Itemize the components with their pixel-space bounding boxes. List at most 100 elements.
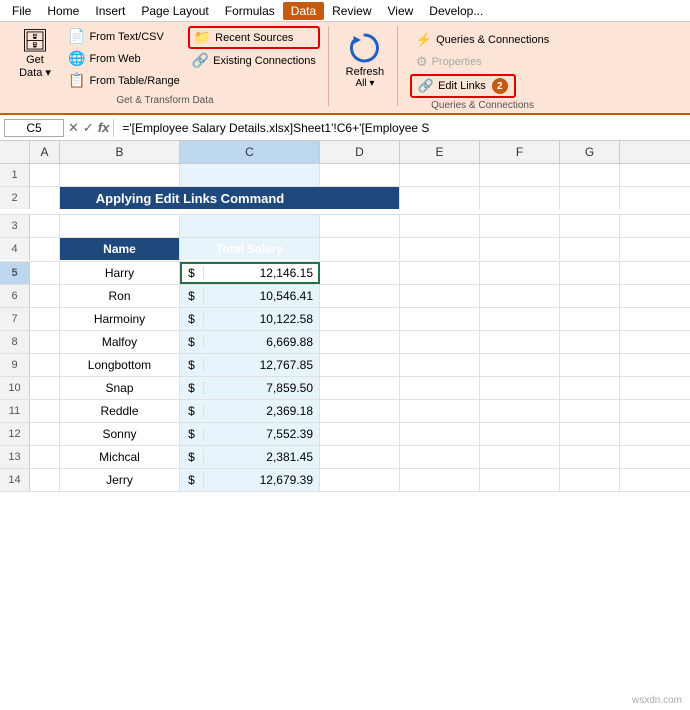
cell-e12[interactable] (400, 423, 480, 445)
cell-g9[interactable] (560, 354, 620, 376)
cell-b11[interactable]: Reddle (60, 400, 180, 422)
cell-d14[interactable] (320, 469, 400, 491)
cell-g13[interactable] (560, 446, 620, 468)
cell-d7[interactable] (320, 308, 400, 330)
cell-c4-header[interactable]: Total Salary (180, 238, 320, 260)
cell-d8[interactable] (320, 331, 400, 353)
cell-b14[interactable]: Jerry (60, 469, 180, 491)
cell-f3[interactable] (480, 215, 560, 237)
cell-b10[interactable]: Snap (60, 377, 180, 399)
cell-a1[interactable] (30, 164, 60, 186)
cell-e7[interactable] (400, 308, 480, 330)
cell-e6[interactable] (400, 285, 480, 307)
cell-c6[interactable]: $ 10,546.41 (180, 285, 320, 307)
cell-b12[interactable]: Sonny (60, 423, 180, 445)
col-header-a[interactable]: A (30, 141, 60, 163)
cell-d3[interactable] (320, 215, 400, 237)
cell-a13[interactable] (30, 446, 60, 468)
cell-c10[interactable]: $ 7,859.50 (180, 377, 320, 399)
cell-f1[interactable] (480, 164, 560, 186)
cell-d2[interactable] (320, 187, 400, 209)
cell-d13[interactable] (320, 446, 400, 468)
cell-e4[interactable] (400, 238, 480, 260)
cell-g3[interactable] (560, 215, 620, 237)
cell-g8[interactable] (560, 331, 620, 353)
cell-c8[interactable]: $ 6,669.88 (180, 331, 320, 353)
cell-f5[interactable] (480, 262, 560, 284)
cell-d11[interactable] (320, 400, 400, 422)
cell-c13[interactable]: $ 2,381.45 (180, 446, 320, 468)
refresh-button[interactable]: Refresh All ▾ (345, 30, 385, 89)
cell-e13[interactable] (400, 446, 480, 468)
cell-a3[interactable] (30, 215, 60, 237)
cell-f9[interactable] (480, 354, 560, 376)
cell-f12[interactable] (480, 423, 560, 445)
cell-d10[interactable] (320, 377, 400, 399)
cell-d9[interactable] (320, 354, 400, 376)
cell-g6[interactable] (560, 285, 620, 307)
cell-d4[interactable] (320, 238, 400, 260)
cell-a2[interactable] (30, 187, 60, 209)
cell-d5[interactable] (320, 262, 400, 284)
menu-develop[interactable]: Develop... (421, 2, 491, 20)
cell-e10[interactable] (400, 377, 480, 399)
cell-e1[interactable] (400, 164, 480, 186)
cell-c14[interactable]: $ 12,679.39 (180, 469, 320, 491)
cell-e9[interactable] (400, 354, 480, 376)
cell-a11[interactable] (30, 400, 60, 422)
cell-g14[interactable] (560, 469, 620, 491)
cell-b3[interactable] (60, 215, 180, 237)
get-data-button[interactable]: 🗄 GetData ▾ (10, 26, 60, 83)
recent-sources-button[interactable]: 📁 Recent Sources (188, 26, 320, 49)
cell-f11[interactable] (480, 400, 560, 422)
from-table-range-button[interactable]: 📋 From Table/Range (64, 70, 184, 91)
cell-e5[interactable] (400, 262, 480, 284)
col-header-c[interactable]: C (180, 141, 320, 163)
cell-c1[interactable] (180, 164, 320, 186)
cell-d6[interactable] (320, 285, 400, 307)
from-text-csv-button[interactable]: 📄 From Text/CSV (64, 26, 184, 47)
cell-d12[interactable] (320, 423, 400, 445)
cell-c9[interactable]: $ 12,767.85 (180, 354, 320, 376)
cell-c3[interactable] (180, 215, 320, 237)
menu-data[interactable]: Data (283, 2, 324, 20)
menu-home[interactable]: Home (39, 2, 87, 20)
cell-b6[interactable]: Ron (60, 285, 180, 307)
col-header-b[interactable]: B (60, 141, 180, 163)
cell-e11[interactable] (400, 400, 480, 422)
cell-g5[interactable] (560, 262, 620, 284)
cell-b1[interactable] (60, 164, 180, 186)
cell-b2-title[interactable]: Applying Edit Links Command (60, 187, 320, 209)
cell-g4[interactable] (560, 238, 620, 260)
cell-a4[interactable] (30, 238, 60, 260)
cell-g2[interactable] (560, 187, 620, 209)
properties-button[interactable]: ⚙ Properties (410, 52, 488, 72)
cell-g7[interactable] (560, 308, 620, 330)
cell-f4[interactable] (480, 238, 560, 260)
cell-e3[interactable] (400, 215, 480, 237)
cell-a7[interactable] (30, 308, 60, 330)
existing-connections-button[interactable]: 🔗 Existing Connections (188, 50, 320, 71)
cell-b4-header[interactable]: Name (60, 238, 180, 260)
menu-page-layout[interactable]: Page Layout (133, 2, 216, 20)
cell-g1[interactable] (560, 164, 620, 186)
cell-a14[interactable] (30, 469, 60, 491)
cell-f2[interactable] (480, 187, 560, 209)
cell-f6[interactable] (480, 285, 560, 307)
cell-b8[interactable]: Malfoy (60, 331, 180, 353)
col-header-e[interactable]: E (400, 141, 480, 163)
queries-connections-button[interactable]: ⚡ Queries & Connections (410, 30, 555, 50)
menu-file[interactable]: File (4, 2, 39, 20)
cell-e2[interactable] (400, 187, 480, 209)
cell-reference-box[interactable] (4, 119, 64, 137)
cell-f8[interactable] (480, 331, 560, 353)
cell-b9[interactable]: Longbottom (60, 354, 180, 376)
menu-insert[interactable]: Insert (87, 2, 133, 20)
menu-formulas[interactable]: Formulas (217, 2, 283, 20)
cell-b13[interactable]: Michcal (60, 446, 180, 468)
cell-g10[interactable] (560, 377, 620, 399)
cell-g12[interactable] (560, 423, 620, 445)
cell-f14[interactable] (480, 469, 560, 491)
cell-e8[interactable] (400, 331, 480, 353)
cell-b5[interactable]: Harry (60, 262, 180, 284)
